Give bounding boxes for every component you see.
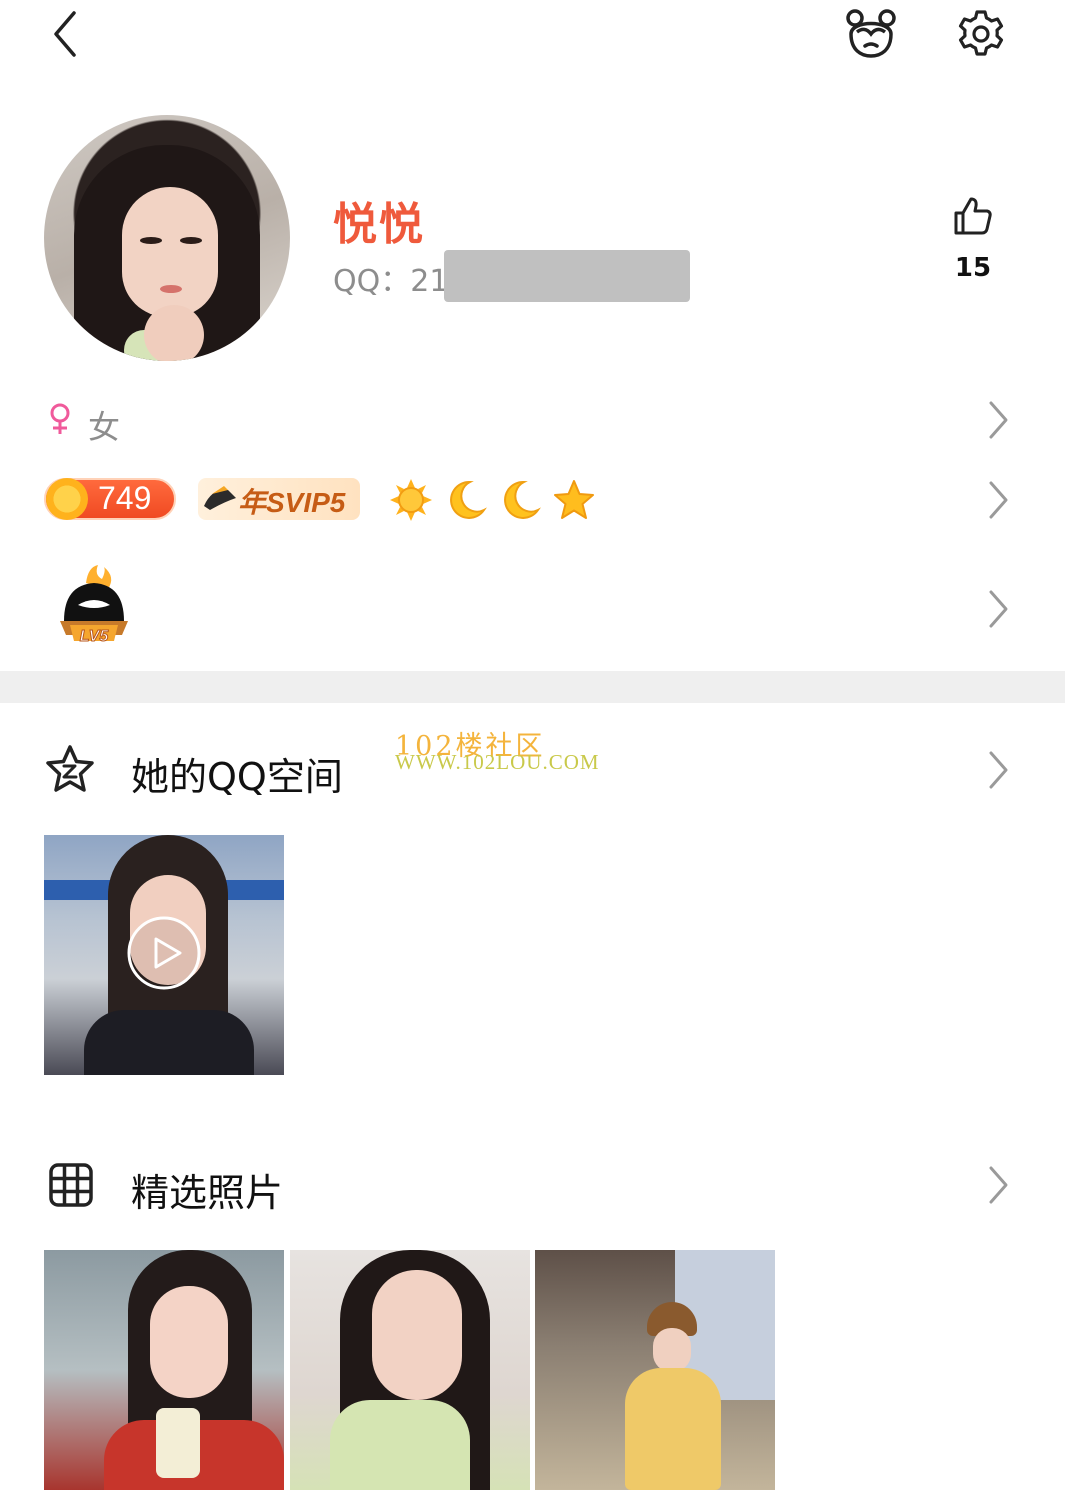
photo-thumbnail[interactable] <box>535 1250 775 1490</box>
level-badge-label: LV5 <box>80 628 110 645</box>
moon-icon <box>504 480 541 519</box>
female-symbol-icon <box>50 403 70 434</box>
crown-hat-icon <box>204 486 236 510</box>
section-divider <box>0 671 1065 703</box>
like-button[interactable] <box>948 190 998 242</box>
panda-face-icon <box>846 9 896 58</box>
pet-button[interactable] <box>842 6 900 62</box>
qzone-title: 她的QQ空间 <box>131 755 343 799</box>
chevron-right-icon <box>989 481 1008 519</box>
thumbs-up-icon <box>954 197 992 235</box>
gender-text: 女 <box>88 408 121 446</box>
chevron-left-icon <box>54 11 76 57</box>
star-icon <box>554 480 594 519</box>
coin-icon <box>46 478 88 520</box>
qzone-video-thumbnail[interactable] <box>44 835 284 1075</box>
watermark-line2: WWW.102LOU.COM <box>395 750 600 774</box>
chevron-right-icon <box>989 401 1008 439</box>
qzone-star-icon <box>46 745 94 792</box>
photo-thumbnail[interactable] <box>44 1250 284 1490</box>
gender-row[interactable] <box>0 385 1065 455</box>
svip-label: 年SVIP5 <box>238 487 346 518</box>
redaction-mask <box>444 250 690 302</box>
flame-penguin-badge-icon: LV5 <box>60 565 128 646</box>
avatar[interactable] <box>44 115 290 361</box>
settings-button[interactable] <box>952 6 1010 62</box>
qq-number: QQ：21 <box>333 264 449 299</box>
moon-icon <box>450 480 487 519</box>
back-button[interactable] <box>40 6 90 62</box>
gear-icon <box>958 10 1004 56</box>
chevron-right-icon <box>989 1166 1008 1204</box>
level-badge-row[interactable] <box>0 555 1065 660</box>
photos-title: 精选照片 <box>131 1171 284 1215</box>
chevron-right-icon <box>989 751 1008 789</box>
nickname: 悦悦 <box>333 199 425 250</box>
grid-icon <box>49 1163 93 1207</box>
photo-thumbnail[interactable] <box>290 1250 530 1490</box>
play-icon[interactable] <box>126 915 202 991</box>
points-value: 749 <box>98 480 152 516</box>
like-count: 15 <box>954 253 992 283</box>
sun-icon <box>390 479 432 521</box>
chevron-right-icon <box>989 590 1008 628</box>
